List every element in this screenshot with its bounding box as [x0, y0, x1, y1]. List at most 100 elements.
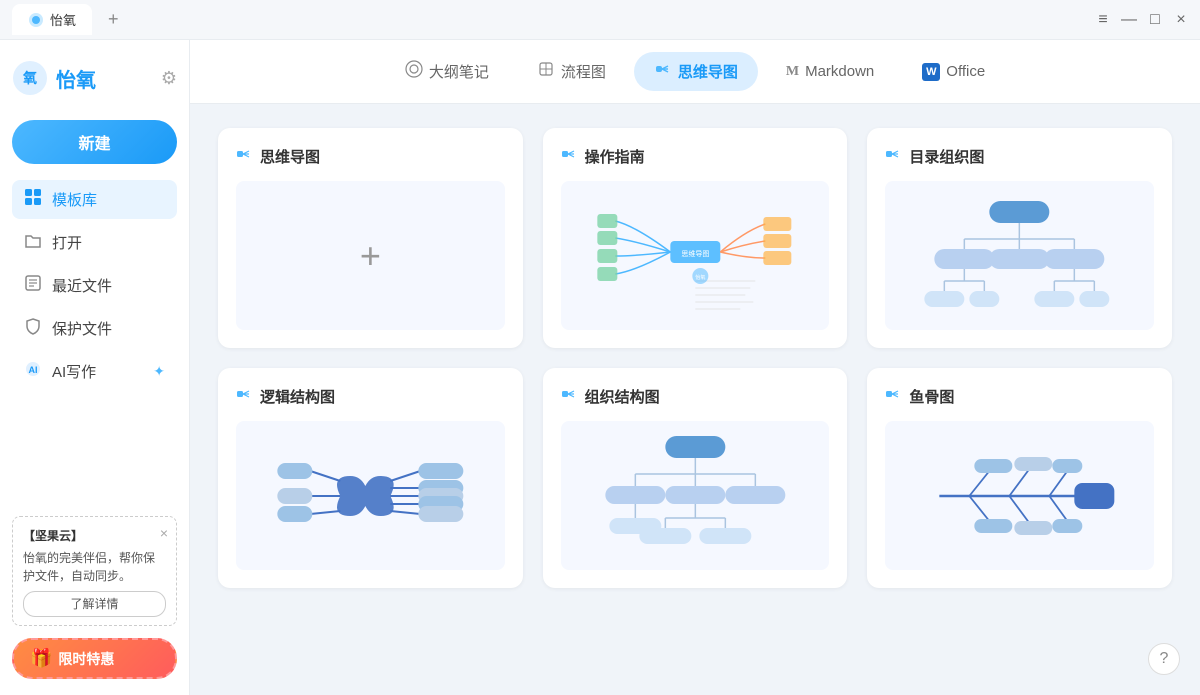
app-tab-label: 怡氧: [50, 10, 76, 29]
template-label: 模板库: [52, 189, 97, 210]
card-title-catalog: 目录组织图: [909, 146, 984, 167]
question-icon: ?: [1160, 650, 1169, 668]
logo-area: 氧 怡氧 ⚙: [12, 56, 177, 100]
tab-mindmap-label: 思维导图: [678, 61, 738, 82]
promo-label: 限时特惠: [58, 649, 114, 669]
new-button[interactable]: 新建: [12, 120, 177, 164]
markdown-icon: M: [786, 64, 799, 80]
cloud-link[interactable]: 了解详情: [23, 591, 166, 617]
plus-icon: +: [360, 235, 381, 277]
recent-icon: [24, 274, 42, 297]
main-content: 大纲笔记 流程图 思维导图 M Markdown W Office: [190, 40, 1200, 695]
org-preview-svg: [561, 426, 830, 566]
template-card-logic[interactable]: 逻辑结构图: [218, 368, 523, 588]
protect-label: 保护文件: [52, 318, 112, 339]
template-card-catalog[interactable]: 目录组织图: [867, 128, 1172, 348]
svg-text:AI: AI: [29, 365, 38, 375]
template-grid-container: 思维导图 + 操作指南: [190, 104, 1200, 695]
tab-office[interactable]: W Office: [902, 55, 1005, 89]
card-preview-catalog: [885, 181, 1154, 330]
card-title-org: 组织结构图: [585, 386, 660, 407]
sidebar-item-protect[interactable]: 保护文件: [12, 309, 177, 348]
card-preview-logic: [236, 421, 505, 570]
card-title-logic: 逻辑结构图: [260, 386, 335, 407]
settings-icon[interactable]: ⚙: [161, 68, 177, 89]
card-header-org: 组织结构图: [561, 386, 830, 407]
app-container: 氧 怡氧 ⚙ 新建 模板库 打开 最近: [0, 40, 1200, 695]
open-icon: [24, 231, 42, 254]
ai-icon: AI: [24, 360, 42, 383]
guide-preview-svg: 思维导图: [565, 186, 826, 326]
card-preview-new: +: [236, 181, 505, 330]
card-header-new: 思维导图: [236, 146, 505, 167]
protect-icon: [24, 317, 42, 340]
tab-flowchart[interactable]: 流程图: [517, 52, 626, 91]
card-preview-guide: 思维导图: [561, 181, 830, 330]
template-card-fishbone[interactable]: 鱼骨图: [867, 368, 1172, 588]
open-label: 打开: [52, 232, 82, 253]
logo-text: 怡氧: [56, 64, 96, 93]
tab-mindmap[interactable]: 思维导图: [634, 52, 758, 91]
flowchart-icon: [537, 60, 555, 83]
top-nav: 大纲笔记 流程图 思维导图 M Markdown W Office: [190, 40, 1200, 104]
sidebar-item-recent[interactable]: 最近文件: [12, 266, 177, 305]
office-icon: W: [922, 63, 940, 81]
promo-button[interactable]: 🎁 限时特惠: [12, 638, 177, 679]
mindmap-icon: [654, 60, 672, 83]
sidebar-item-open[interactable]: 打开: [12, 223, 177, 262]
template-icon: [24, 188, 42, 211]
maximize-button[interactable]: □: [1148, 13, 1162, 27]
card-icon-org: [561, 386, 577, 407]
card-preview-fishbone: [885, 421, 1154, 570]
svg-text:思维导图: 思维导图: [681, 249, 709, 258]
catalog-preview-svg: [885, 191, 1154, 321]
card-header-guide: 操作指南: [561, 146, 830, 167]
tab-outline-label: 大纲笔记: [429, 61, 489, 82]
cloud-promo-title: 【坚果云】: [23, 527, 166, 545]
sidebar-item-ai[interactable]: AI AI写作 ✦: [12, 352, 177, 391]
logic-preview-svg: [236, 426, 505, 566]
card-icon-catalog: [885, 146, 901, 167]
card-header-fishbone: 鱼骨图: [885, 386, 1154, 407]
template-grid: 思维导图 + 操作指南: [218, 128, 1172, 588]
cloud-promo-text: 怡氧的完美伴侣，帮你保护文件，自动同步。: [23, 549, 166, 585]
card-header-catalog: 目录组织图: [885, 146, 1154, 167]
card-preview-org: [561, 421, 830, 570]
tab-markdown-label: Markdown: [805, 63, 874, 80]
app-tab-icon: [28, 12, 44, 28]
ai-extra-icon: ✦: [153, 363, 165, 380]
tab-markdown[interactable]: M Markdown: [766, 55, 894, 88]
tab-flowchart-label: 流程图: [561, 61, 606, 82]
cloud-close-button[interactable]: ×: [160, 523, 168, 544]
card-title-fishbone: 鱼骨图: [909, 386, 954, 407]
app-tab[interactable]: 怡氧: [12, 4, 92, 35]
card-title-new: 思维导图: [260, 146, 320, 167]
logo-icon: 氧: [12, 60, 48, 96]
sidebar-item-template[interactable]: 模板库: [12, 180, 177, 219]
close-button[interactable]: ×: [1174, 13, 1188, 27]
card-title-guide: 操作指南: [585, 146, 645, 167]
tab-outline[interactable]: 大纲笔记: [385, 52, 509, 91]
outline-icon: [405, 60, 423, 83]
minimize-button[interactable]: —: [1122, 13, 1136, 27]
card-icon-logic: [236, 386, 252, 407]
ai-label: AI写作: [52, 361, 96, 382]
svg-text:氧: 氧: [22, 70, 37, 86]
cloud-promo: 【坚果云】 × 怡氧的完美伴侣，帮你保护文件，自动同步。 了解详情: [12, 516, 177, 626]
sidebar-menu: 模板库 打开 最近文件 保护文件: [12, 180, 177, 516]
tab-office-label: Office: [946, 63, 985, 80]
template-card-org[interactable]: 组织结构图: [543, 368, 848, 588]
fishbone-preview-svg: [885, 431, 1154, 561]
help-button[interactable]: ?: [1148, 643, 1180, 675]
template-card-guide[interactable]: 操作指南 思维导图: [543, 128, 848, 348]
new-tab-button[interactable]: +: [100, 9, 127, 30]
template-card-new[interactable]: 思维导图 +: [218, 128, 523, 348]
card-icon-fishbone: [885, 386, 901, 407]
svg-text:怡氧: 怡氧: [695, 274, 705, 281]
window-controls: ≡ — □ ×: [1096, 13, 1188, 27]
card-icon-guide: [561, 146, 577, 167]
titlebar: 怡氧 + ≡ — □ ×: [0, 0, 1200, 40]
menu-button[interactable]: ≡: [1096, 13, 1110, 27]
recent-label: 最近文件: [52, 275, 112, 296]
card-header-logic: 逻辑结构图: [236, 386, 505, 407]
